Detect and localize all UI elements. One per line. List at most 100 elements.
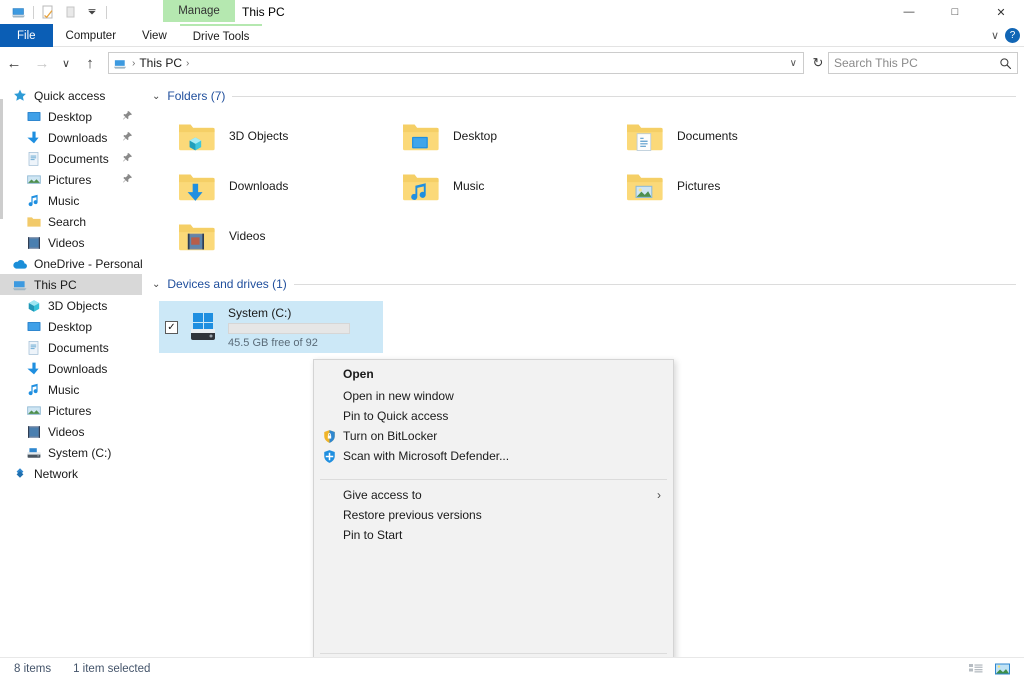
drive-checkbox[interactable]: ✓ <box>165 320 178 334</box>
sidebar-item-downloads[interactable]: Downloads <box>0 127 142 148</box>
download-icon <box>26 130 42 146</box>
sidebar-item-documents[interactable]: Documents <box>0 148 142 169</box>
details-view-button[interactable] <box>966 661 986 678</box>
menu-item-label: Open in new window <box>343 389 454 403</box>
breadcrumb-item-this-pc[interactable]: This PC <box>139 56 182 70</box>
group-header-devices-label: Devices and drives (1) <box>167 277 287 291</box>
sidebar-item-desktop[interactable]: Desktop <box>0 316 142 337</box>
folder-tile-label: Desktop <box>453 129 498 143</box>
group-header-folders[interactable]: ⌄ Folders (7) <box>143 85 1024 107</box>
back-button[interactable]: ← <box>0 49 28 77</box>
folder-tile[interactable]: Pictures <box>617 161 841 211</box>
menu-separator <box>320 653 667 654</box>
sidebar-item-search[interactable]: Search <box>0 211 142 232</box>
folder-tile[interactable]: Videos <box>169 211 393 261</box>
menu-gap <box>314 466 673 474</box>
maximize-button[interactable]: □ <box>932 0 978 24</box>
chevron-right-icon[interactable]: › <box>657 488 661 502</box>
drive-item-system-c[interactable]: ✓ System (C:) 45.5 GB free of 92 <box>159 301 383 353</box>
sidebar-item-videos[interactable]: Videos <box>0 421 142 442</box>
windows-drive-icon <box>186 310 220 344</box>
menu-item-pin-to-start[interactable]: Pin to Start <box>314 525 673 545</box>
group-header-devices[interactable]: ⌄ Devices and drives (1) <box>143 273 1024 295</box>
sidebar-item-desktop[interactable]: Desktop <box>0 106 142 127</box>
customize-dropdown-icon[interactable] <box>81 1 103 23</box>
tab-view[interactable]: View <box>129 24 180 47</box>
sidebar-item-quick-access[interactable]: Quick access <box>0 85 142 106</box>
up-button[interactable]: ↑ <box>76 49 104 77</box>
chevron-down-icon[interactable]: ⌄ <box>152 91 160 102</box>
tabstrip: File Computer View Drive Tools <box>0 24 263 47</box>
folder-icon <box>26 214 42 230</box>
menu-item-label: Restore previous versions <box>343 508 482 522</box>
chevron-down-icon[interactable]: ⌄ <box>152 279 160 290</box>
documents-icon <box>26 151 42 167</box>
this-pc-icon <box>12 277 28 293</box>
tab-drive-tools[interactable]: Drive Tools <box>179 24 263 47</box>
search-box[interactable] <box>828 52 1018 74</box>
bitlocker-icon <box>321 428 337 444</box>
sidebar-item-documents[interactable]: Documents <box>0 337 142 358</box>
folder-tile[interactable]: Music <box>393 161 617 211</box>
sidebar-item-music[interactable]: Music <box>0 190 142 211</box>
minimize-button[interactable]: — <box>886 0 932 24</box>
sidebar-item-system-c[interactable]: System (C:) <box>0 442 142 463</box>
pin-icon[interactable] <box>122 110 133 124</box>
menu-item-give-access-to[interactable]: Give access to › <box>314 485 673 505</box>
folder-tile[interactable]: Documents <box>617 111 841 161</box>
defender-icon <box>321 448 337 464</box>
folder-tile-label: Videos <box>229 229 266 243</box>
address-dropdown-icon[interactable]: ∨ <box>790 58 797 69</box>
this-pc-icon[interactable] <box>8 1 30 23</box>
pin-icon[interactable] <box>122 131 133 145</box>
qat-separator-2 <box>106 5 107 19</box>
sidebar-item-downloads[interactable]: Downloads <box>0 358 142 379</box>
sidebar-item-pictures[interactable]: Pictures <box>0 400 142 421</box>
tab-file[interactable]: File <box>0 24 53 47</box>
sidebar-item-network[interactable]: Network <box>0 463 142 484</box>
menu-item-scan-with-microsoft-defender[interactable]: Scan with Microsoft Defender... <box>314 446 673 466</box>
drive-name: System (C:) <box>228 305 292 320</box>
menu-item-label: Turn on BitLocker <box>343 429 438 443</box>
sidebar-item-this-pc[interactable]: This PC <box>0 274 142 295</box>
menu-separator <box>320 479 667 480</box>
chevron-down-icon[interactable]: ∨ <box>991 29 999 42</box>
breadcrumb[interactable]: › This PC › ∨ <box>108 52 804 74</box>
properties-icon[interactable] <box>37 1 59 23</box>
sidebar-item-videos[interactable]: Videos <box>0 232 142 253</box>
large-icons-view-button[interactable] <box>992 661 1012 678</box>
sidebar-item-music[interactable]: Music <box>0 379 142 400</box>
menu-item-open-in-new-window[interactable]: Open in new window <box>314 386 673 406</box>
star-icon <box>12 88 28 104</box>
sidebar-item-onedrive-personal[interactable]: OneDrive - Personal <box>0 253 142 274</box>
folder-tile[interactable]: 3D Objects <box>169 111 393 161</box>
menu-item-restore-previous-versions[interactable]: Restore previous versions <box>314 505 673 525</box>
folder-tile[interactable]: Desktop <box>393 111 617 161</box>
tab-computer[interactable]: Computer <box>53 24 130 47</box>
refresh-button[interactable]: ↻ <box>808 49 828 77</box>
videos-icon <box>26 424 42 440</box>
breadcrumb-separator-1[interactable]: › <box>185 58 190 69</box>
pin-icon[interactable] <box>122 173 133 187</box>
search-input[interactable] <box>834 56 999 70</box>
pin-icon[interactable] <box>122 152 133 166</box>
sidebar-item-3d-objects[interactable]: 3D Objects <box>0 295 142 316</box>
sidebar-item-label: Quick access <box>34 88 106 103</box>
drive-info: System (C:) 45.5 GB free of 92 <box>228 306 350 349</box>
new-folder-icon[interactable] <box>59 1 81 23</box>
nav-list: Quick access Desktop Downloads Documents Pic… <box>0 85 142 484</box>
recent-locations-button[interactable]: ∨ <box>56 49 76 77</box>
folder-tile-label: Documents <box>677 129 738 143</box>
sidebar-item-label: Music <box>48 382 80 397</box>
menu-item-pin-to-quick-access[interactable]: Pin to Quick access <box>314 406 673 426</box>
sidebar-item-pictures[interactable]: Pictures <box>0 169 142 190</box>
menu-item-open[interactable]: Open <box>314 364 673 384</box>
folder-tile[interactable]: Downloads <box>169 161 393 211</box>
close-button[interactable]: ✕ <box>978 0 1024 24</box>
menu-item-turn-on-bitlocker[interactable]: Turn on BitLocker <box>314 426 673 446</box>
help-icon[interactable]: ? <box>1005 28 1020 43</box>
search-icon[interactable] <box>999 57 1012 70</box>
folder-grid: 3D Objects Desktop Documents Downloads Music… <box>143 111 1024 261</box>
folder-3d-objects-icon <box>177 117 217 155</box>
address-bar: ← → ∨ ↑ › This PC › ∨ ↻ <box>0 48 1024 78</box>
